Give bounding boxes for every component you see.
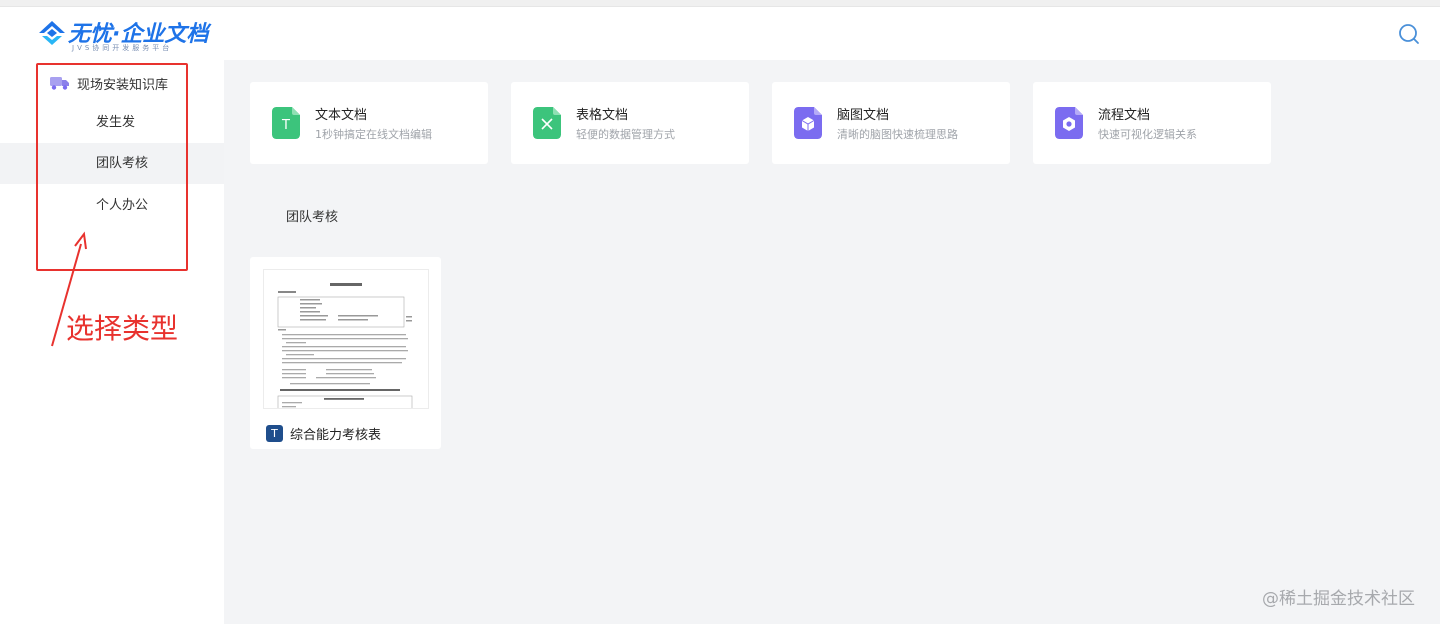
doc-type-title: 脑图文档 [837, 108, 890, 123]
text-doc-badge-icon: T [266, 424, 283, 442]
top-header: 无忧·企业文档 JVS协同开发服务平台 [0, 7, 1440, 60]
sidebar-item-personal-office[interactable]: 个人办公 [0, 185, 224, 226]
document-preview-image [264, 270, 428, 408]
app-root: 无忧·企业文档 JVS协同开发服务平台 现场安装知识库 发生发 团队考核 个人办… [0, 0, 1440, 624]
watermark: @稀土掘金技术社区 [1262, 589, 1415, 609]
document-thumbnail [263, 269, 429, 409]
document-name-row: T 综合能力考核表 [266, 424, 382, 443]
doc-type-title: 文本文档 [315, 108, 368, 123]
sidebar-knowledge-base[interactable]: 现场安装知识库 [50, 73, 168, 93]
sheet-doc-icon [533, 107, 561, 139]
text-doc-icon: T [272, 107, 300, 139]
document-name: 综合能力考核表 [290, 427, 382, 443]
sidebar-item-team-review[interactable]: 团队考核 [0, 143, 224, 184]
logo-subtitle: JVS协同开发服务平台 [72, 44, 173, 52]
flow-doc-icon [1055, 107, 1083, 139]
doc-type-card-mindmap[interactable]: 脑图文档 清晰的脑图快速梳理思路 [772, 82, 1010, 164]
doc-type-desc: 清晰的脑图快速梳理思路 [837, 128, 958, 141]
document-card[interactable]: T 综合能力考核表 [250, 257, 441, 449]
sidebar-item-label: 团队考核 [96, 156, 149, 171]
logo[interactable]: 无忧·企业文档 JVS协同开发服务平台 [36, 16, 208, 56]
sidebar-item-label: 发生发 [96, 115, 136, 130]
sidebar-item-fashengfa[interactable]: 发生发 [0, 102, 224, 143]
svg-text:T: T [281, 118, 290, 133]
annotation-label: 选择类型 [66, 312, 179, 345]
search-icon[interactable] [1397, 22, 1421, 46]
truck-icon [50, 77, 69, 90]
doc-type-card-text[interactable]: T 文本文档 1秒钟搞定在线文档编辑 [250, 82, 488, 164]
browser-top-edge [0, 0, 1440, 7]
doc-type-desc: 快速可视化逻辑关系 [1098, 128, 1197, 141]
doc-type-title: 表格文档 [576, 108, 629, 123]
sidebar-item-label: 个人办公 [96, 198, 149, 213]
doc-type-desc: 轻便的数据管理方式 [576, 128, 675, 141]
doc-type-desc: 1秒钟搞定在线文档编辑 [315, 128, 432, 141]
doc-type-card-flow[interactable]: 流程文档 快速可视化逻辑关系 [1033, 82, 1271, 164]
mindmap-doc-icon [794, 107, 822, 139]
logo-icon [39, 21, 65, 45]
doc-type-title: 流程文档 [1098, 108, 1151, 123]
section-title: 团队考核 [286, 210, 339, 225]
doc-type-card-sheet[interactable]: 表格文档 轻便的数据管理方式 [511, 82, 749, 164]
sidebar-knowledge-base-label: 现场安装知识库 [77, 77, 169, 93]
